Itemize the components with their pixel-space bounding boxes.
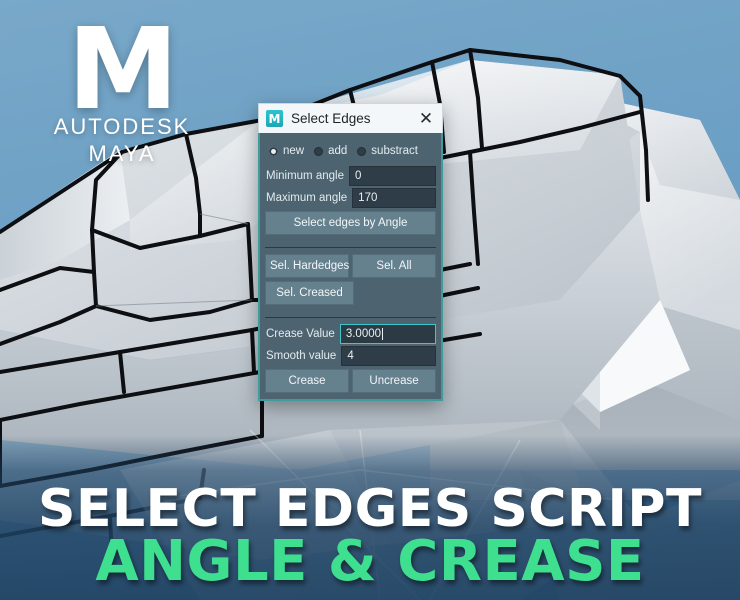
text-caret: [382, 328, 384, 340]
selection-button-row-1: Sel. Hardedges Sel. All: [265, 254, 436, 278]
smooth-value-label: Smooth value: [266, 350, 337, 362]
crease-value-label: Crease Value: [266, 328, 335, 340]
bottom-banner: SELECT EDGES SCRIPT ANGLE & CREASE: [0, 435, 740, 600]
mode-radio-group: new add substract: [265, 139, 436, 166]
smooth-value-row: Smooth value 4: [265, 346, 436, 366]
maya-logo-brand: AUTODESK: [53, 114, 191, 140]
smooth-value-input[interactable]: 4: [341, 346, 436, 366]
radio-substract-indicator: [357, 146, 367, 156]
banner-title-secondary: ANGLE & CREASE: [95, 528, 645, 594]
radio-new-label: new: [283, 145, 305, 157]
screenshot-root: M AUTODESK MAYA M Select Edges ✕ new add…: [0, 0, 740, 600]
divider-1: [265, 247, 436, 248]
autodesk-maya-logo: M AUTODESK MAYA: [42, 5, 202, 167]
maximum-angle-row: Maximum angle 170: [265, 188, 436, 208]
radio-add-indicator: [314, 146, 324, 156]
select-edges-by-angle-button[interactable]: Select edges by Angle: [265, 211, 436, 235]
button-row-spacer: [357, 281, 436, 305]
sel-hardedges-button[interactable]: Sel. Hardedges: [265, 254, 349, 278]
minimum-angle-row: Minimum angle 0: [265, 166, 436, 186]
maximum-angle-input[interactable]: 170: [352, 188, 436, 208]
radio-substract[interactable]: substract: [357, 145, 418, 157]
minimum-angle-input[interactable]: 0: [348, 166, 436, 186]
crease-value-text: 3.0000: [345, 328, 382, 340]
maya-logo-product: MAYA: [88, 141, 156, 167]
maya-app-icon: M: [266, 110, 283, 127]
select-edges-dialog: M Select Edges ✕ new add substract Minim…: [258, 103, 443, 401]
sel-all-button[interactable]: Sel. All: [352, 254, 436, 278]
maya-app-icon-letter: M: [268, 111, 281, 126]
radio-substract-label: substract: [371, 145, 418, 157]
crease-button[interactable]: Crease: [265, 369, 349, 393]
banner-text-block: SELECT EDGES SCRIPT ANGLE & CREASE: [0, 483, 740, 590]
radio-new-indicator: [269, 146, 278, 156]
dialog-body: new add substract Minimum angle 0 Maximu…: [258, 133, 443, 401]
crease-value-input[interactable]: 3.0000: [339, 324, 436, 344]
uncrease-button[interactable]: Uncrease: [352, 369, 436, 393]
close-icon[interactable]: ✕: [414, 107, 438, 131]
selection-button-row-2: Sel. Creased: [265, 281, 436, 305]
divider-2: [265, 317, 436, 318]
crease-value-row: Crease Value 3.0000: [265, 324, 436, 344]
banner-title-primary: SELECT EDGES SCRIPT: [38, 478, 702, 539]
radio-add[interactable]: add: [314, 145, 347, 157]
radio-new[interactable]: new: [269, 145, 304, 157]
radio-add-label: add: [328, 145, 348, 157]
crease-button-row: Crease Uncrease: [265, 369, 436, 393]
dialog-title: Select Edges: [291, 111, 371, 126]
maya-logo-letter: M: [67, 5, 178, 135]
minimum-angle-label: Minimum angle: [266, 170, 344, 182]
dialog-titlebar[interactable]: M Select Edges ✕: [258, 103, 443, 133]
sel-creased-button[interactable]: Sel. Creased: [265, 281, 354, 305]
maximum-angle-label: Maximum angle: [266, 192, 348, 204]
